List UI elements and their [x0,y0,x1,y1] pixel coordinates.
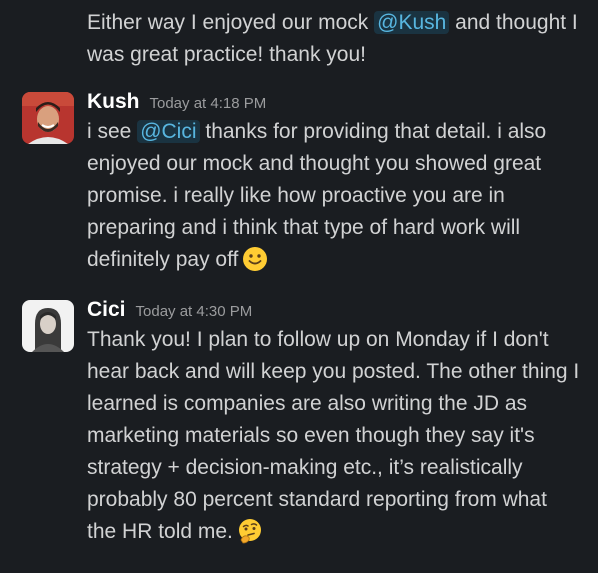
message-feed: Either way I enjoyed our mock @Kush and … [0,0,598,573]
message-line: preparing and i think that type of hard … [87,216,521,239]
message-text: definitely pay off [87,248,239,271]
message-text: thanks for providing that detail. i also [199,120,547,143]
message-text: i see [87,120,138,143]
message-line: promise. i really like how proactive you… [87,184,505,207]
person-avatar-icon [22,300,74,352]
author-name[interactable]: Cici [87,298,126,322]
message-line: i see @Cici thanks for providing that de… [87,116,598,148]
message-line: marketing materials so even though they … [87,424,535,447]
message-line: Thank you! I plan to follow up on Monday… [87,328,549,351]
mention-cici[interactable]: @Cici [137,120,200,143]
message-body: i see @Cici thanks for providing that de… [87,116,598,282]
message-line: strategy + decision-making etc., it’s re… [87,456,523,479]
message-continuation: Either way I enjoyed our mock @Kush and … [87,7,598,71]
avatar[interactable] [22,92,74,144]
timestamp[interactable]: Today at 4:18 PM [150,95,267,112]
thinking-face-icon [237,518,263,554]
author-name[interactable]: Kush [87,90,140,114]
message-text: and thought I [449,11,578,34]
message-line: enjoyed our mock and thought you showed … [87,152,542,175]
mention-kush[interactable]: @Kush [374,11,450,34]
message-line: learned is companies are also writing th… [87,392,528,415]
avatar[interactable] [22,300,74,352]
message-line: hear back and will keep you posted. The … [87,360,580,383]
message-header: Cici Today at 4:30 PM [87,298,252,324]
message-line: probably 80 percent standard reporting f… [87,488,547,511]
message-line: the HR told me. [87,516,598,554]
message-line: was great practice! thank you! [87,43,366,66]
slightly-smiling-face-icon [242,246,268,282]
message-body: Thank you! I plan to follow up on Monday… [87,324,598,554]
message-text: the HR told me. [87,520,233,543]
message-header: Kush Today at 4:18 PM [87,90,266,116]
message-line: Either way I enjoyed our mock @Kush and … [87,7,598,39]
person-avatar-icon [22,92,74,144]
message-text: Either way I enjoyed our mock [87,11,375,34]
timestamp[interactable]: Today at 4:30 PM [136,303,253,320]
message-line: definitely pay off [87,244,598,282]
